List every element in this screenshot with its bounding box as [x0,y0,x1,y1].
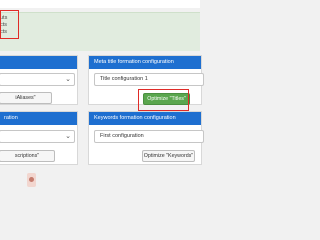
optimize-keywords-button[interactable]: Optimize "Keywords" [142,150,195,162]
title-configuration-select[interactable]: Title configuration 1 [94,73,204,86]
panel-left-bottom: ration ⌄ scriptions" [0,111,78,165]
optimize-descriptions-button[interactable]: scriptions" [0,150,55,162]
panel-keywords: Keywords formation configuration First c… [88,111,204,165]
panel-left-top: ⌄ iAliases" [0,55,78,105]
panel-header: Keywords formation configuration [89,112,201,125]
chevron-down-icon: ⌄ [65,133,71,140]
chevron-down-icon: ⌄ [65,76,71,83]
panel-header: Meta title formation configuration [89,56,201,69]
paste-icon [27,173,36,187]
highlight-optimize-titles-box [138,89,189,111]
panel-header: ration [0,112,77,125]
keywords-configuration-select[interactable]: First configuration [94,130,204,143]
configuration-select[interactable]: ⌄ [0,73,75,86]
success-alert: uts cts cts [0,12,200,51]
highlight-alert-box [0,10,19,39]
optimize-aliases-button[interactable]: iAliases" [0,92,52,104]
panel-header [0,56,77,69]
top-bar [0,0,200,8]
description-configuration-select[interactable]: ⌄ [0,130,75,143]
